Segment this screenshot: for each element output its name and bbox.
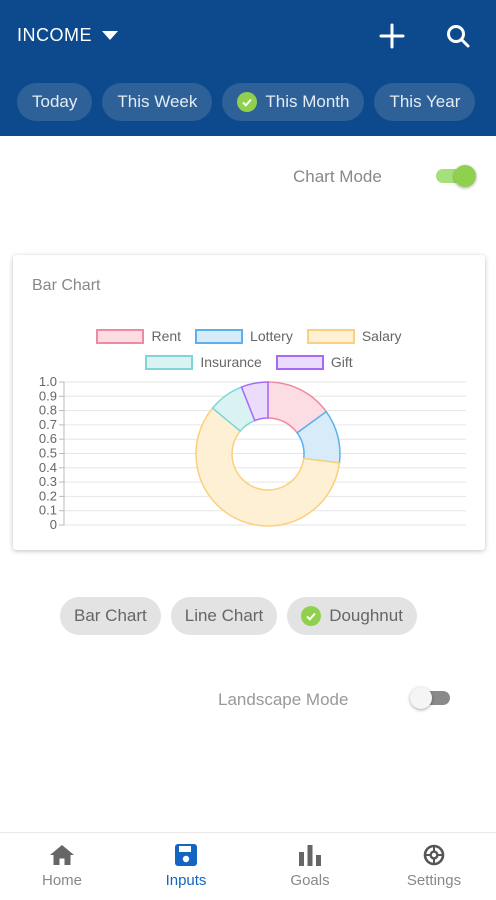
chart-mode-label: Chart Mode <box>293 167 382 186</box>
check-icon <box>301 606 322 626</box>
y-tick-label: 0.2 <box>39 488 57 503</box>
y-tick-label: 1.0 <box>39 374 57 389</box>
search-button[interactable] <box>442 20 474 52</box>
bar-chart-icon <box>299 845 321 866</box>
home-icon <box>50 845 74 865</box>
tab-doughnut[interactable]: Doughnut <box>287 597 417 635</box>
chart-type-tabs: Bar Chart Line Chart Doughnut <box>60 597 417 635</box>
y-tick-label: 0.7 <box>39 417 57 432</box>
save-icon <box>175 844 197 866</box>
period-chip-today[interactable]: Today <box>17 83 93 121</box>
period-chips: Today This Week This Month This Year <box>17 83 476 121</box>
category-dropdown[interactable]: INCOME <box>17 25 118 46</box>
chart-card-title: Bar Chart <box>32 277 101 294</box>
gear-icon <box>423 844 445 866</box>
add-button[interactable] <box>376 20 408 52</box>
y-tick-label: 0.5 <box>39 446 57 461</box>
y-tick-label: 0.8 <box>39 403 57 418</box>
y-tick-label: 0.9 <box>39 388 57 403</box>
y-tick-label: 0.3 <box>39 474 57 489</box>
period-chip-this-month[interactable]: This Month <box>222 83 365 121</box>
doughnut-chart: 1.00.90.80.70.60.50.40.30.20.10 <box>39 374 466 532</box>
legend-item-insurance[interactable]: Insurance <box>145 354 262 370</box>
y-tick-label: 0 <box>50 517 57 532</box>
y-tick-label: 0.1 <box>39 503 57 518</box>
chart-legend-row-1: Rent Lottery Salary <box>13 328 485 344</box>
dropdown-caret-icon <box>102 31 118 40</box>
chart-mode-toggle[interactable] <box>434 165 478 187</box>
legend-item-salary[interactable]: Salary <box>306 328 402 344</box>
tab-bar-chart[interactable]: Bar Chart <box>60 597 161 635</box>
nav-item-goals[interactable]: Goals <box>248 833 372 900</box>
app-header: INCOME Today This Week This Month This Y… <box>0 0 496 136</box>
landscape-mode-label: Landscape Mode <box>218 690 349 709</box>
y-tick-label: 0.6 <box>39 431 57 446</box>
nav-item-home[interactable]: Home <box>0 833 124 900</box>
legend-item-gift[interactable]: Gift <box>275 354 353 370</box>
chart-legend-row-2: Insurance Gift <box>13 354 485 370</box>
search-icon <box>447 25 470 48</box>
nav-item-settings[interactable]: Settings <box>372 833 496 900</box>
bottom-nav: Home Inputs Goals Settings <box>0 832 496 900</box>
check-icon <box>237 92 258 112</box>
category-title: INCOME <box>17 25 92 45</box>
tab-line-chart[interactable]: Line Chart <box>170 597 278 635</box>
period-chip-this-year[interactable]: This Year <box>374 83 476 121</box>
landscape-mode-toggle[interactable] <box>410 687 454 709</box>
plus-icon <box>379 23 405 49</box>
legend-item-lottery[interactable]: Lottery <box>195 328 293 344</box>
legend-item-rent[interactable]: Rent <box>96 328 181 344</box>
nav-item-inputs[interactable]: Inputs <box>124 833 248 900</box>
period-chip-this-week[interactable]: This Week <box>102 83 213 121</box>
y-tick-label: 0.4 <box>39 460 57 475</box>
